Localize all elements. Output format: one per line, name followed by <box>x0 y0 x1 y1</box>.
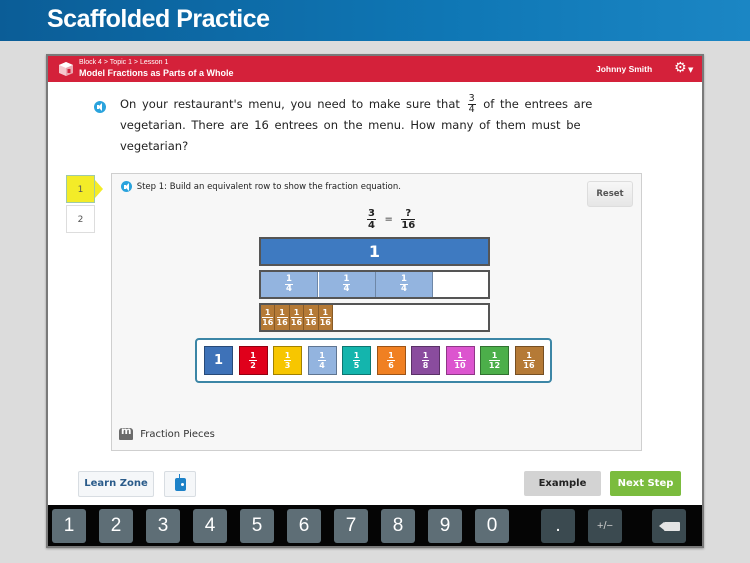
fraction-piece-sixteenth[interactable]: 1 16 <box>304 305 319 330</box>
manipulative-icon <box>119 426 133 440</box>
equation-left-fraction: 3 4 <box>367 208 376 231</box>
piece-label: 1 16 <box>290 308 303 327</box>
fraction-equation: 3 4 = ? 16 <box>365 208 417 231</box>
gear-icon[interactable]: ⚙ <box>674 61 687 75</box>
tray-tile-1-6[interactable]: 16 <box>376 346 406 375</box>
tile-label: 1 16 <box>523 351 535 370</box>
key-plus-minus[interactable]: +/− <box>588 509 622 543</box>
step-tab-1[interactable]: 1 <box>66 175 103 203</box>
speaker-icon[interactable] <box>121 181 132 192</box>
key-4[interactable]: 4 <box>193 509 227 543</box>
piece-label: 1 16 <box>319 308 331 327</box>
tools-button[interactable] <box>164 471 196 497</box>
top-banner: Scaffolded Practice <box>0 0 750 41</box>
quarters-row[interactable]: 14 14 14 <box>259 270 490 299</box>
page-title: Scaffolded Practice <box>47 5 270 33</box>
step-tab-2[interactable]: 2 <box>66 205 95 233</box>
tile-label: 16 <box>387 351 395 370</box>
fraction-piece-sixteenth[interactable]: 1 16 <box>289 305 305 330</box>
piece-label: 1 16 <box>305 308 317 327</box>
next-step-button[interactable]: Next Step <box>610 471 681 496</box>
speaker-icon[interactable] <box>94 101 106 113</box>
tile-label: 15 <box>352 351 361 370</box>
breadcrumb[interactable]: Block 4 > Topic 1 > Lesson 1 <box>79 59 168 66</box>
question-fraction: 3 4 <box>467 93 476 115</box>
whole-bar: 1 <box>259 237 490 266</box>
tray-tile-whole[interactable]: 1 <box>204 346 233 375</box>
fraction-piece-quarter[interactable]: 14 <box>318 272 376 297</box>
piece-label: 1 16 <box>262 308 274 327</box>
fraction-piece-quarter[interactable]: 14 <box>376 272 433 297</box>
key-5[interactable]: 5 <box>240 509 274 543</box>
equation-right-fraction: ? 16 <box>401 208 416 231</box>
tray-tile-1-12[interactable]: 1 12 <box>480 346 509 375</box>
tile-label: 1 10 <box>454 351 466 370</box>
key-backspace[interactable] <box>652 509 686 552</box>
tray-tile-1-16[interactable]: 1 16 <box>514 346 544 375</box>
tray-tile-1-2[interactable]: 12 <box>238 346 268 375</box>
sixteenths-row[interactable]: 1 16 1 16 1 16 1 16 1 16 <box>259 303 490 332</box>
fraction-tray: 1 1 2 1 3 1 4 1 5 1 6 1 8 1 10 1 12 1 16 <box>195 338 552 383</box>
lesson-title: Model Fractions as Parts of a Whole <box>79 68 234 78</box>
key-8[interactable]: 8 <box>381 509 415 543</box>
key-2[interactable]: 2 <box>99 509 133 543</box>
learn-zone-button[interactable]: Learn Zone <box>78 471 154 497</box>
backspace-icon <box>659 518 680 552</box>
lesson-header: Block 4 > Topic 1 > Lesson 1 Model Fract… <box>48 56 702 82</box>
user-name[interactable]: Johnny Smith <box>596 64 652 74</box>
equals-sign: = <box>384 214 393 225</box>
work-panel: Step 1: Build an equivalent row to show … <box>111 173 642 451</box>
fraction-piece-sixteenth[interactable]: 1 16 <box>275 305 290 330</box>
example-button[interactable]: Example <box>524 471 601 496</box>
piece-label: 14 <box>400 274 408 294</box>
tray-tile-1-10[interactable]: 1 10 <box>445 346 475 375</box>
fraction-piece-sixteenth[interactable]: 1 16 <box>318 305 333 330</box>
step-instruction: Step 1: Build an equivalent row to show … <box>121 181 401 192</box>
step-instruction-text: Step 1: Build an equivalent row to show … <box>136 182 401 192</box>
question-text: On your restaurant's menu, you need to m… <box>94 93 600 157</box>
app-frame: Block 4 > Topic 1 > Lesson 1 Model Fract… <box>46 54 704 552</box>
piece-label: 1 16 <box>276 308 288 327</box>
fraction-piece-sixteenth[interactable]: 1 16 <box>261 305 276 330</box>
tray-tile-1-3[interactable]: 13 <box>273 346 302 375</box>
fraction-pieces-label[interactable]: Fraction Pieces <box>119 426 215 440</box>
fraction-piece-quarter[interactable]: 14 <box>261 272 318 297</box>
robot-icon <box>175 474 186 491</box>
key-7[interactable]: 7 <box>334 509 368 543</box>
key-9[interactable]: 9 <box>428 509 462 543</box>
question-part-1: On your restaurant's menu, you need to m… <box>120 97 460 111</box>
cube-icon <box>59 62 73 76</box>
key-0[interactable]: 0 <box>475 509 509 543</box>
key-6[interactable]: 6 <box>287 509 321 543</box>
tray-tile-1-8[interactable]: 18 <box>411 346 440 375</box>
number-keypad: 0987654321 . +/− <box>48 505 702 552</box>
tile-label: 13 <box>283 351 292 370</box>
tile-label: 12 <box>249 351 257 370</box>
key-3[interactable]: 3 <box>146 509 180 543</box>
tray-tile-1-4[interactable]: 14 <box>307 346 337 375</box>
tile-label: 1 12 <box>488 351 501 370</box>
tile-label: 18 <box>421 351 430 370</box>
piece-label: 14 <box>285 274 293 294</box>
tray-tile-1-5[interactable]: 15 <box>342 346 371 375</box>
chevron-down-icon[interactable]: ▼ <box>688 66 693 74</box>
key-1[interactable]: 1 <box>52 509 86 543</box>
piece-label: 14 <box>342 274 351 294</box>
reset-button[interactable]: Reset <box>587 181 633 207</box>
tile-label: 14 <box>318 351 326 370</box>
key-decimal[interactable]: . <box>541 509 575 543</box>
